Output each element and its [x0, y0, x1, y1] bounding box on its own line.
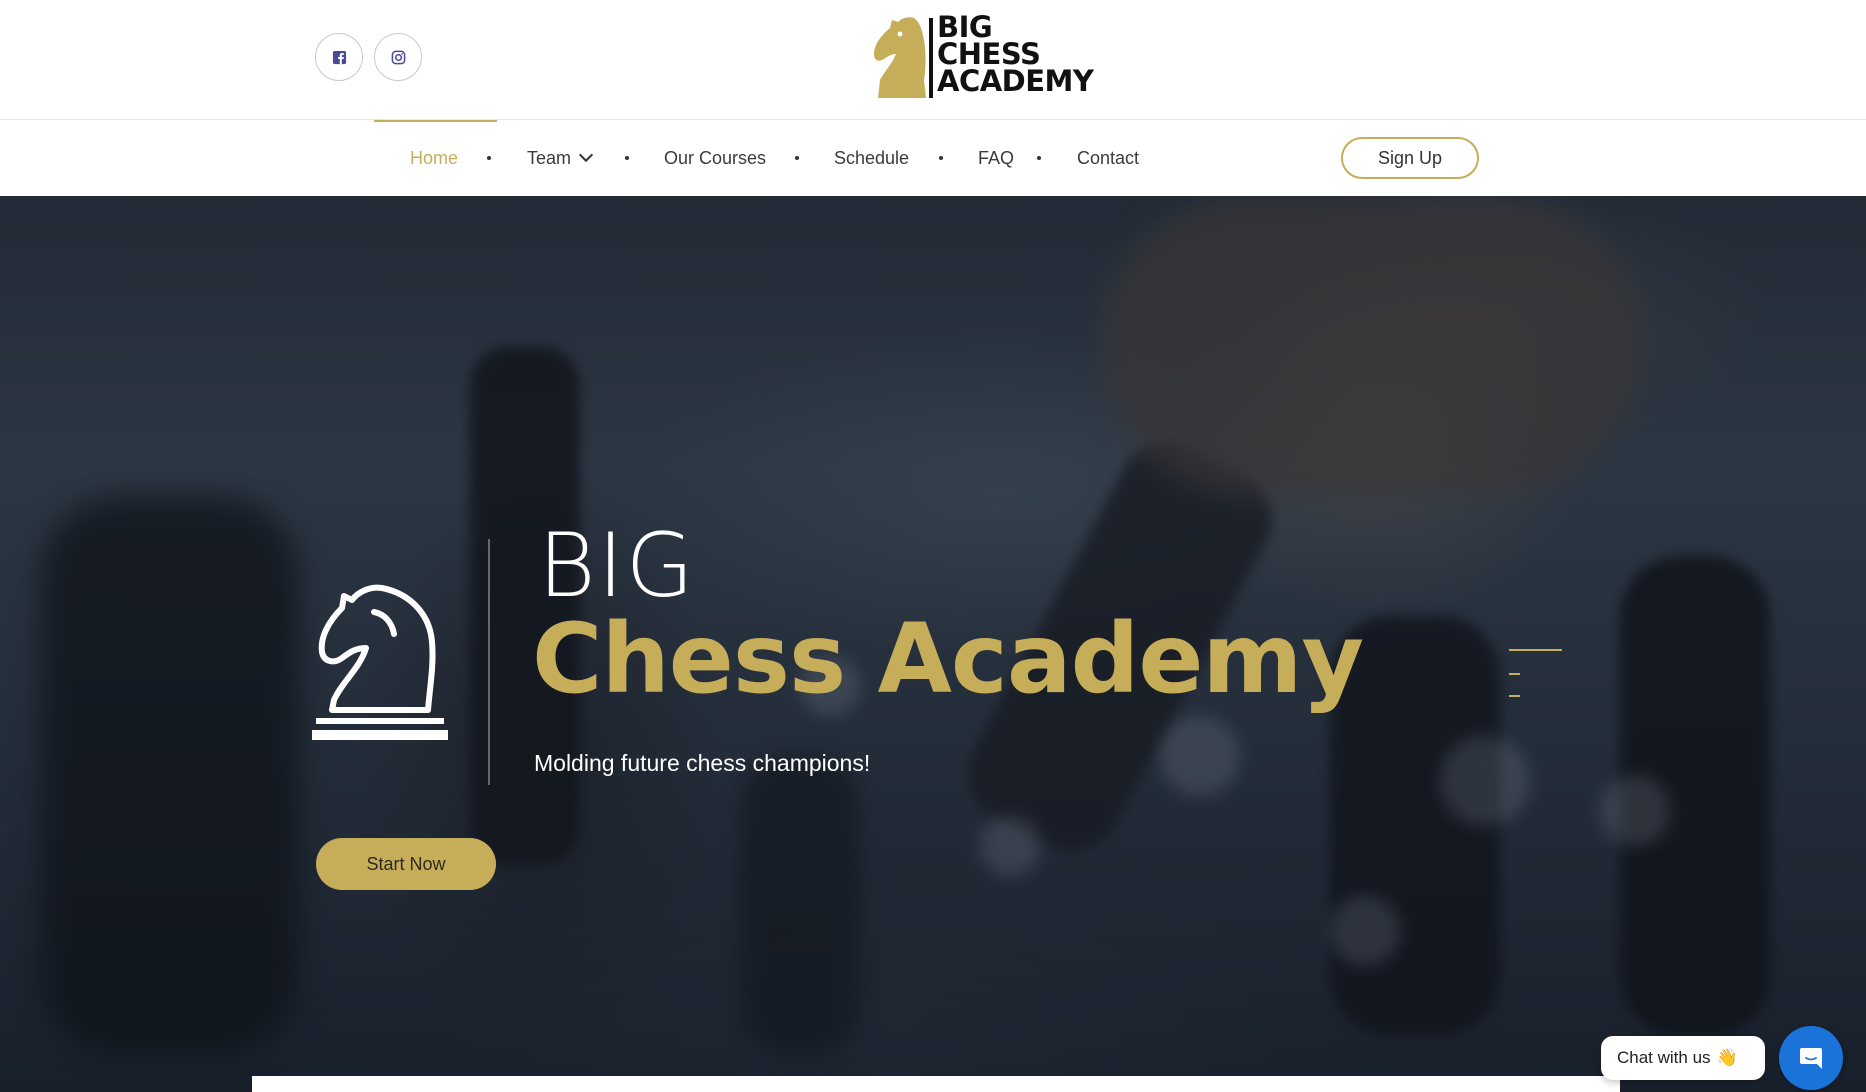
nav-item-our-courses[interactable]: Our Courses	[664, 120, 766, 196]
chevron-down-icon	[578, 147, 594, 163]
slide-indicator-active[interactable]	[1509, 649, 1562, 651]
chat-prompt[interactable]: Chat with us 👋	[1601, 1036, 1765, 1080]
logo-wordmark: BIG CHESS ACADEMY	[937, 13, 1094, 98]
hero-divider	[488, 539, 490, 785]
start-now-button[interactable]: Start Now	[316, 838, 496, 890]
nav-item-team-label: Team	[527, 148, 572, 168]
hero-title: Chess Academy	[532, 603, 1364, 715]
nav-item-faq[interactable]: FAQ	[978, 120, 1014, 196]
nav-separator	[795, 156, 799, 160]
knight-logo-icon	[874, 17, 926, 98]
top-header: BIG CHESS ACADEMY	[0, 0, 1866, 120]
nav-item-contact[interactable]: Contact	[1077, 120, 1139, 196]
hero-section: BIG Chess Academy Molding future chess c…	[0, 196, 1866, 1092]
logo-divider	[929, 18, 933, 98]
facebook-link[interactable]	[315, 33, 363, 81]
hero-title-small: BIG	[538, 514, 696, 617]
nav-separator	[939, 156, 943, 160]
logo-line-3: ACADEMY	[937, 64, 1094, 98]
site-logo[interactable]: BIG CHESS ACADEMY	[870, 13, 1110, 100]
chat-launcher-button[interactable]	[1779, 1026, 1843, 1090]
main-nav: Home Team Our Courses Schedule FAQ Conta…	[0, 120, 1866, 196]
nav-separator	[1037, 156, 1041, 160]
sign-up-button[interactable]: Sign Up	[1341, 137, 1479, 179]
knight-icon	[312, 584, 448, 740]
nav-separator	[487, 156, 491, 160]
waving-hand-icon: 👋	[1716, 1048, 1738, 1067]
facebook-icon	[332, 50, 346, 64]
instagram-icon	[391, 50, 405, 64]
slide-indicator[interactable]	[1509, 673, 1520, 675]
nav-item-schedule[interactable]: Schedule	[834, 120, 909, 196]
nav-item-team[interactable]: Team	[527, 120, 594, 196]
slide-indicator[interactable]	[1509, 695, 1520, 697]
chat-prompt-label: Chat with us	[1617, 1048, 1711, 1067]
chat-bubble-icon	[1800, 1048, 1822, 1069]
instagram-link[interactable]	[374, 33, 422, 81]
nav-item-home[interactable]: Home	[410, 120, 458, 196]
hero-subtitle: Molding future chess champions!	[534, 750, 871, 776]
nav-separator	[625, 156, 629, 160]
content-card-top-edge	[252, 1076, 1620, 1092]
